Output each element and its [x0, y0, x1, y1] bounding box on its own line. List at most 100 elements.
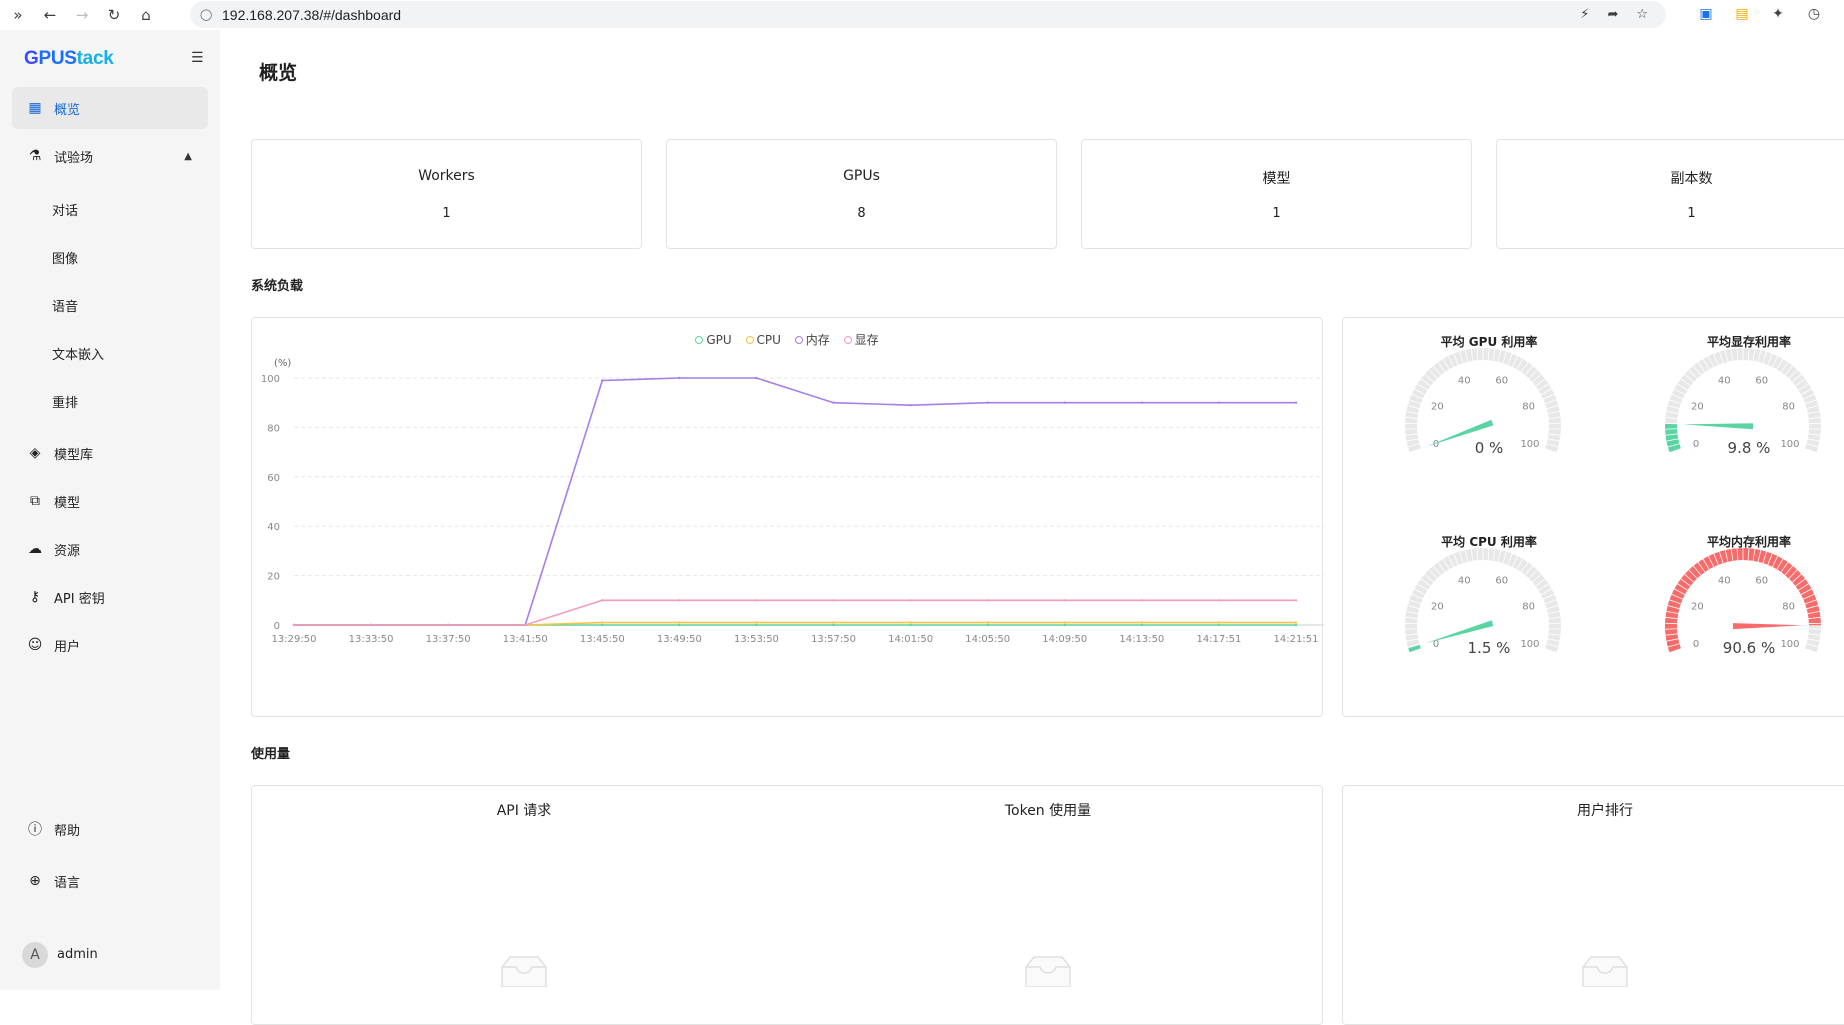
- x-tick-label: 14:01:50: [888, 634, 933, 645]
- data-point: [1295, 402, 1297, 404]
- home-icon[interactable]: ⌂: [136, 5, 156, 25]
- empty-inbox-icon: [494, 953, 554, 987]
- history-icon[interactable]: ◷: [1804, 4, 1824, 24]
- sidebar-item-users[interactable]: ☺ 用户: [12, 624, 208, 666]
- gauge-value-cpu: 1.5 %: [1429, 639, 1549, 657]
- data-point: [524, 624, 526, 626]
- sidebar-item-api-keys[interactable]: ⚷ API 密钥: [12, 576, 208, 618]
- system-load-line-chart: (%)02040608010013:29:5013:33:5013:37:501…: [252, 318, 1324, 718]
- data-point: [293, 624, 295, 626]
- data-point: [986, 599, 988, 601]
- data-point: [1064, 624, 1066, 626]
- sidebar-item-resources[interactable]: ☁ 资源: [12, 528, 208, 570]
- stat-value: 1: [1082, 206, 1471, 221]
- data-point: [601, 599, 603, 601]
- gauge-tick-label: 60: [1495, 576, 1508, 587]
- gauge-tick-label: 20: [1691, 602, 1704, 613]
- avatar[interactable]: A: [22, 942, 48, 968]
- data-point: [1295, 624, 1297, 626]
- collapse-menu-icon[interactable]: ☰: [191, 50, 204, 66]
- x-tick-label: 13:41:50: [503, 634, 548, 645]
- sidebar-item-help[interactable]: ⓘ 帮助: [12, 808, 208, 850]
- gauge-tick-label: 40: [1718, 576, 1731, 587]
- forward-icon[interactable]: →: [72, 5, 92, 25]
- x-tick-label: 14:05:50: [965, 634, 1010, 645]
- gauge-tick: [1549, 629, 1561, 630]
- gpustack-logo[interactable]: GPUStack: [24, 48, 113, 70]
- sidebar-item-model-catalog[interactable]: ◈ 模型库: [12, 432, 208, 474]
- data-point: [678, 624, 680, 626]
- y-axis-label: (%): [274, 358, 291, 369]
- user-ranking-panel: 用户排行: [1342, 785, 1844, 1025]
- share-icon[interactable]: ➦: [1607, 7, 1618, 22]
- data-point: [986, 624, 988, 626]
- gauge-tick: [1665, 429, 1677, 430]
- y-tick-label: 0: [274, 621, 280, 632]
- star-icon[interactable]: ☆: [1636, 7, 1648, 22]
- gauge-tick-label: 80: [1522, 602, 1535, 613]
- data-point: [986, 621, 988, 623]
- gauge-fill: [1414, 647, 1415, 651]
- x-tick-label: 13:57:50: [811, 634, 856, 645]
- sidebar-subitem-chat[interactable]: 对话: [52, 200, 78, 219]
- sidebar-item-overview[interactable]: ▦ 概览: [12, 87, 208, 129]
- url-text[interactable]: 192.168.207.38/#/dashboard: [222, 7, 401, 23]
- data-point: [1141, 599, 1143, 601]
- data-point: [1295, 621, 1297, 623]
- sidebar-item-models[interactable]: ⧉ 模型: [12, 480, 208, 522]
- chevron-up-icon[interactable]: ▲: [184, 151, 192, 162]
- system-load-chart-panel: GPU CPU 内存 显存 (%)02040608010013:29:5013:…: [251, 317, 1323, 717]
- back-icon[interactable]: ←: [40, 5, 60, 25]
- series-line: [294, 600, 1296, 625]
- sidebar-subitem-rerank[interactable]: 重排: [52, 392, 78, 411]
- reload-icon[interactable]: ↻: [104, 5, 124, 25]
- data-point: [1141, 402, 1143, 404]
- lightning-icon[interactable]: ⚡: [1580, 7, 1589, 22]
- data-point: [1218, 402, 1220, 404]
- gauge-tick-label: 20: [1691, 402, 1704, 413]
- data-point: [1218, 621, 1220, 623]
- search-icon: ◯: [200, 8, 216, 21]
- folder-icon[interactable]: ▤: [1732, 4, 1752, 24]
- data-point: [755, 377, 757, 379]
- flask-icon: ⚗: [26, 148, 44, 164]
- data-point: [447, 624, 449, 626]
- extensions-icon[interactable]: ✦: [1768, 4, 1788, 24]
- gauge-fill: [1671, 424, 1675, 451]
- sidebar-subitem-audio[interactable]: 语音: [52, 296, 78, 315]
- sidebar-item-language[interactable]: ⊕ 语言: [12, 860, 208, 902]
- help-icon: ⓘ: [26, 819, 44, 839]
- key-icon: ⚷: [26, 589, 44, 605]
- y-tick-label: 60: [267, 473, 280, 484]
- cloud-icon: ☁: [26, 541, 44, 557]
- data-point: [678, 377, 680, 379]
- data-point: [755, 599, 757, 601]
- user-name[interactable]: admin: [57, 947, 98, 962]
- main-content: 概览 Workers 1 GPUs 8 模型 1 副本数 1 系统负载 GPU …: [220, 30, 1844, 990]
- stat-title: 模型: [1082, 168, 1471, 188]
- gauge-tick: [1809, 429, 1821, 430]
- usage-title-api: API 请求: [424, 800, 624, 820]
- data-point: [1064, 599, 1066, 601]
- data-point: [1141, 624, 1143, 626]
- data-point: [1064, 402, 1066, 404]
- gauge-tick-label: 20: [1431, 402, 1444, 413]
- gauge-tick-label: 20: [1431, 602, 1444, 613]
- gauge-needle: [1733, 623, 1803, 629]
- sidebar-subitem-embedding[interactable]: 文本嵌入: [52, 344, 104, 363]
- x-tick-label: 14:09:50: [1042, 634, 1087, 645]
- stat-title: Workers: [252, 168, 641, 184]
- sidebar-toggle-icon[interactable]: »: [8, 5, 28, 25]
- data-point: [832, 624, 834, 626]
- gauge-tick: [1809, 629, 1821, 630]
- translate-icon[interactable]: ▣: [1696, 4, 1716, 24]
- section-title-system-load: 系统负载: [251, 275, 303, 294]
- sidebar-subitem-image[interactable]: 图像: [52, 248, 78, 267]
- x-tick-label: 13:45:50: [580, 634, 625, 645]
- data-point: [986, 402, 988, 404]
- gauge-tick-label: 40: [1458, 376, 1471, 387]
- gauge-tick: [1665, 629, 1677, 630]
- address-bar[interactable]: ◯ 192.168.207.38/#/dashboard ⚡ ➦ ☆: [190, 1, 1666, 28]
- data-point: [678, 599, 680, 601]
- sidebar-item-playground[interactable]: ⚗ 试验场 ▲: [12, 135, 208, 177]
